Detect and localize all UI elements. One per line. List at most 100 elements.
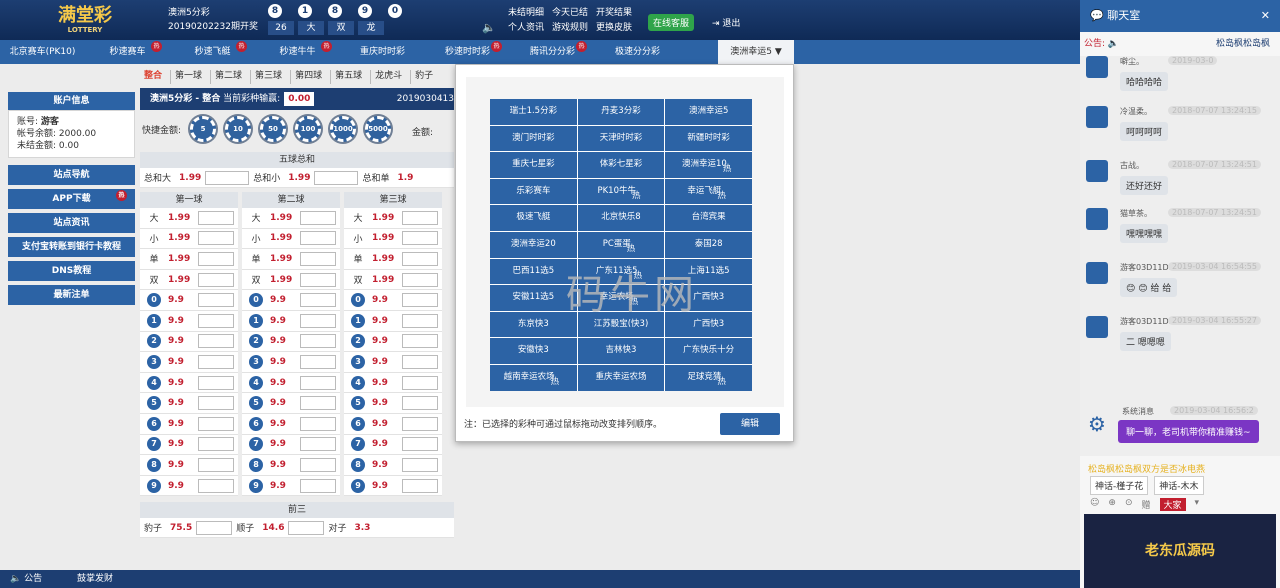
bet-amount-input[interactable]: [198, 251, 234, 266]
nav-item[interactable]: 极速分分彩: [595, 40, 680, 64]
nav-item[interactable]: 秒速时时彩热: [425, 40, 510, 64]
emoji-icon[interactable]: ☺: [1090, 498, 1099, 511]
bet-amount-input[interactable]: [300, 313, 336, 328]
chip[interactable]: 10: [225, 116, 252, 142]
lottery-option[interactable]: 澳洲幸运5: [665, 99, 752, 125]
lottery-option[interactable]: 新疆时时彩: [665, 125, 752, 152]
lottery-option[interactable]: 泰国28: [665, 231, 752, 258]
chip[interactable]: 5000: [365, 116, 392, 142]
link-unsettled[interactable]: 未结明细: [508, 5, 544, 18]
bet-amount-input[interactable]: [198, 437, 234, 452]
bet-amount-input[interactable]: [402, 396, 438, 411]
nav-item[interactable]: 腾讯分分彩热: [510, 40, 595, 64]
lottery-option[interactable]: 安徽快3: [490, 338, 577, 364]
link-rules[interactable]: 游戏规则: [552, 20, 588, 33]
bet-amount-input[interactable]: [198, 334, 234, 349]
channel-tab[interactable]: 神话-木木: [1154, 476, 1204, 495]
subtab[interactable]: 豹子: [410, 70, 437, 84]
logout-button[interactable]: ⇥ 退出: [712, 16, 740, 29]
lottery-option[interactable]: 瑞士1.5分彩: [490, 99, 577, 125]
front-amount-input[interactable]: [196, 520, 233, 535]
bet-amount-input[interactable]: [198, 478, 234, 493]
bet-amount-input[interactable]: [300, 231, 336, 246]
lottery-option[interactable]: 极速飞艇: [490, 205, 577, 231]
gift-icon[interactable]: 赠: [1141, 498, 1150, 511]
lottery-option[interactable]: 重庆幸运农场: [577, 364, 665, 391]
lottery-option[interactable]: 幸运飞艇热: [665, 178, 752, 205]
lottery-option[interactable]: 重庆七星彩: [490, 152, 577, 178]
app-download-button[interactable]: APP下载 热: [8, 189, 135, 209]
bet-amount-input[interactable]: [198, 231, 234, 246]
sound-toggle-icon[interactable]: 🔈: [482, 21, 496, 34]
bet-amount-input[interactable]: [300, 416, 336, 431]
lottery-option[interactable]: 澳门时时彩: [490, 125, 577, 152]
online-service-button[interactable]: 在线客服: [648, 14, 695, 31]
bet-amount-input[interactable]: [198, 210, 234, 225]
chip[interactable]: 1000: [330, 116, 357, 142]
bet-amount-input[interactable]: [402, 293, 438, 308]
bet-amount-input[interactable]: [198, 354, 234, 369]
lottery-option[interactable]: 足球竞猜热: [665, 364, 752, 391]
nav-item[interactable]: 北京赛车(PK10): [0, 40, 85, 64]
lottery-option[interactable]: 丹麦3分彩: [577, 99, 665, 125]
subtab[interactable]: 整合: [140, 70, 166, 84]
subtab[interactable]: 龙虎斗: [370, 70, 406, 84]
bet-amount-input[interactable]: [402, 251, 438, 266]
site-nav-button[interactable]: 站点导航: [8, 165, 135, 185]
bet-amount-input[interactable]: [198, 375, 234, 390]
nav-item[interactable]: 秒速牛牛热: [255, 40, 340, 64]
link-results[interactable]: 开奖结果: [596, 5, 632, 18]
bet-amount-input[interactable]: [300, 293, 336, 308]
subtab[interactable]: 第三球: [250, 70, 286, 84]
subtab[interactable]: 第二球: [210, 70, 246, 84]
bet-amount-input[interactable]: [402, 354, 438, 369]
lottery-option[interactable]: 越南幸运农场热: [490, 364, 577, 391]
chip[interactable]: 5: [190, 116, 217, 142]
bet-amount-input[interactable]: [300, 210, 336, 225]
sum-amount-input[interactable]: [205, 170, 250, 185]
link-profile[interactable]: 个人资讯: [508, 20, 544, 33]
bet-amount-input[interactable]: [402, 210, 438, 225]
subtab[interactable]: 第一球: [170, 70, 206, 84]
close-icon[interactable]: ✕: [1261, 0, 1270, 32]
bet-amount-input[interactable]: [402, 334, 438, 349]
promo-banner[interactable]: 老东瓜源码: [1084, 514, 1276, 588]
bet-amount-input[interactable]: [300, 396, 336, 411]
image-icon[interactable]: ⊙: [1125, 498, 1133, 511]
bet-amount-input[interactable]: [402, 457, 438, 472]
bet-amount-input[interactable]: [300, 437, 336, 452]
bet-amount-input[interactable]: [300, 457, 336, 472]
latest-bets-button[interactable]: 最新注单: [8, 285, 135, 305]
bet-amount-input[interactable]: [402, 416, 438, 431]
front-amount-input[interactable]: [288, 520, 325, 535]
chevron-down-icon[interactable]: ▾: [1195, 498, 1200, 511]
chat-messages[interactable]: 噼尘。 2019-03-0 哈哈哈哈 冷温柔。 2018-07-07 13:24:15 呵…: [1080, 56, 1280, 456]
channel-tab[interactable]: 神话-槿子花: [1090, 476, 1149, 495]
dns-tutorial-button[interactable]: DNS教程: [8, 261, 135, 281]
site-logo[interactable]: 满堂彩 LOTTERY: [30, 6, 140, 36]
bet-amount-input[interactable]: [402, 313, 438, 328]
subtab[interactable]: 第五球: [330, 70, 366, 84]
lottery-option[interactable]: 澳洲幸运20: [490, 231, 577, 258]
site-news-button[interactable]: 站点资讯: [8, 213, 135, 233]
bet-amount-input[interactable]: [300, 375, 336, 390]
lottery-option[interactable]: 乐彩赛车: [490, 178, 577, 205]
lottery-option[interactable]: 安徽11选5: [490, 285, 577, 311]
bet-amount-input[interactable]: [300, 478, 336, 493]
nav-item[interactable]: 重庆时时彩: [340, 40, 425, 64]
bet-amount-input[interactable]: [198, 416, 234, 431]
nav-item[interactable]: 秒速飞艇热: [170, 40, 255, 64]
lottery-option[interactable]: 台湾宾果: [665, 205, 752, 231]
lottery-option[interactable]: 天津时时彩: [577, 125, 665, 152]
bet-amount-input[interactable]: [402, 375, 438, 390]
lottery-option[interactable]: 澳洲幸运10热: [665, 152, 752, 178]
edit-button[interactable]: 编辑: [720, 413, 780, 435]
sum-amount-input[interactable]: [314, 170, 359, 185]
nav-dropdown-current[interactable]: 澳洲幸运5 ▼: [718, 40, 794, 64]
lottery-option[interactable]: 巴西11选5: [490, 258, 577, 285]
lottery-option[interactable]: 北京快乐8: [577, 205, 665, 231]
link-settled-today[interactable]: 今天已结: [552, 5, 588, 18]
bet-amount-input[interactable]: [300, 354, 336, 369]
lottery-option[interactable]: 东京快3: [490, 311, 577, 338]
bet-amount-input[interactable]: [198, 396, 234, 411]
